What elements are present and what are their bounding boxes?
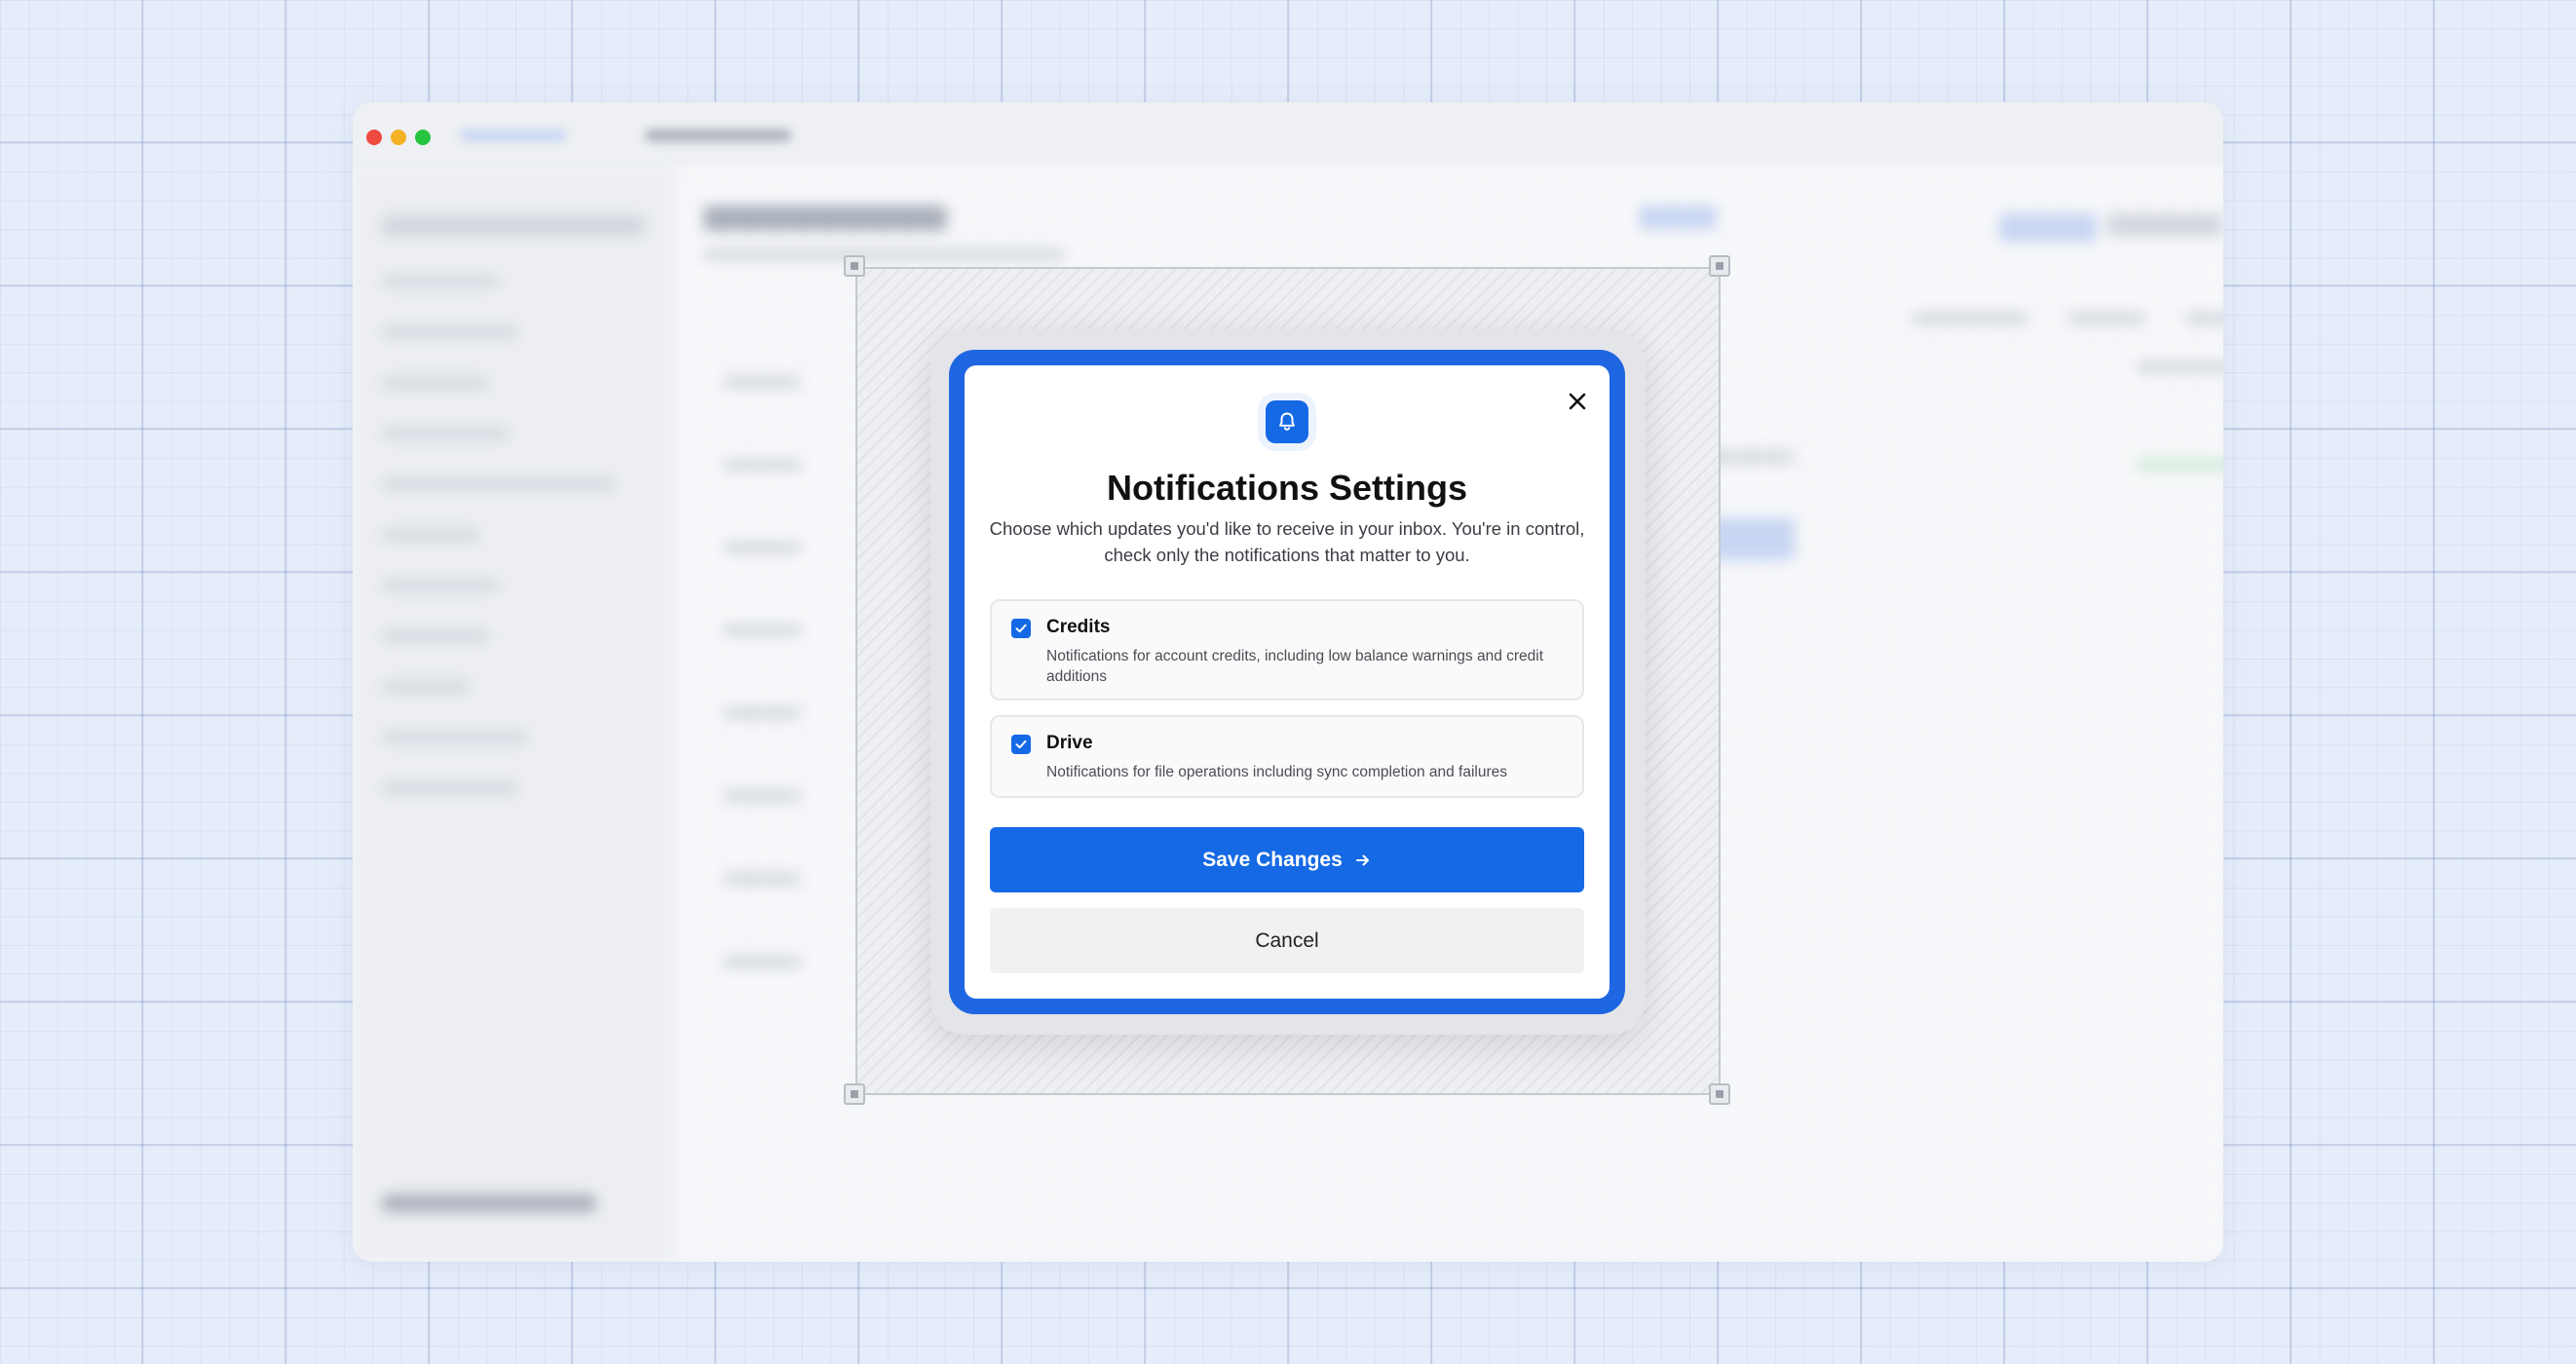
crop-handle-top-right[interactable] [1709, 255, 1730, 277]
modal-title: Notifications Settings [1106, 468, 1468, 508]
check-icon [1015, 624, 1027, 633]
option-title: Drive [1046, 733, 1093, 753]
credits-checkbox[interactable] [1011, 619, 1031, 638]
blurred-app-logo [460, 130, 567, 141]
minimize-window-button[interactable] [391, 130, 406, 145]
window-titlebar [353, 102, 2223, 167]
crop-handle-bottom-left[interactable] [844, 1083, 865, 1105]
option-description: Notifications for file operations includ… [1046, 764, 1507, 780]
cancel-button-label: Cancel [1255, 928, 1319, 952]
option-title: Credits [1046, 617, 1111, 637]
drive-checkbox[interactable] [1011, 735, 1031, 754]
check-icon [1015, 739, 1027, 749]
option-drive[interactable]: Drive Notifications for file operations … [990, 715, 1584, 798]
save-changes-button[interactable]: Save Changes [990, 827, 1584, 892]
maximize-window-button[interactable] [415, 130, 431, 145]
crop-handle-bottom-right[interactable] [1709, 1083, 1730, 1105]
modal-subtitle: Choose which updates you'd like to recei… [989, 518, 1585, 565]
close-icon [1569, 393, 1586, 410]
blurred-page-heading [645, 130, 791, 141]
save-button-label: Save Changes [1202, 848, 1343, 871]
close-window-button[interactable] [366, 130, 382, 145]
close-button[interactable] [1561, 385, 1594, 418]
bell-icon [1279, 412, 1295, 431]
cancel-button[interactable]: Cancel [990, 908, 1584, 973]
option-description: Notifications for account credits, inclu… [1046, 648, 1544, 685]
bell-badge [1266, 400, 1308, 443]
arrow-right-icon [1355, 854, 1369, 865]
blurred-sidebar [353, 167, 674, 1262]
option-credits[interactable]: Credits Notifications for account credit… [990, 599, 1584, 701]
crop-handle-top-left[interactable] [844, 255, 865, 277]
